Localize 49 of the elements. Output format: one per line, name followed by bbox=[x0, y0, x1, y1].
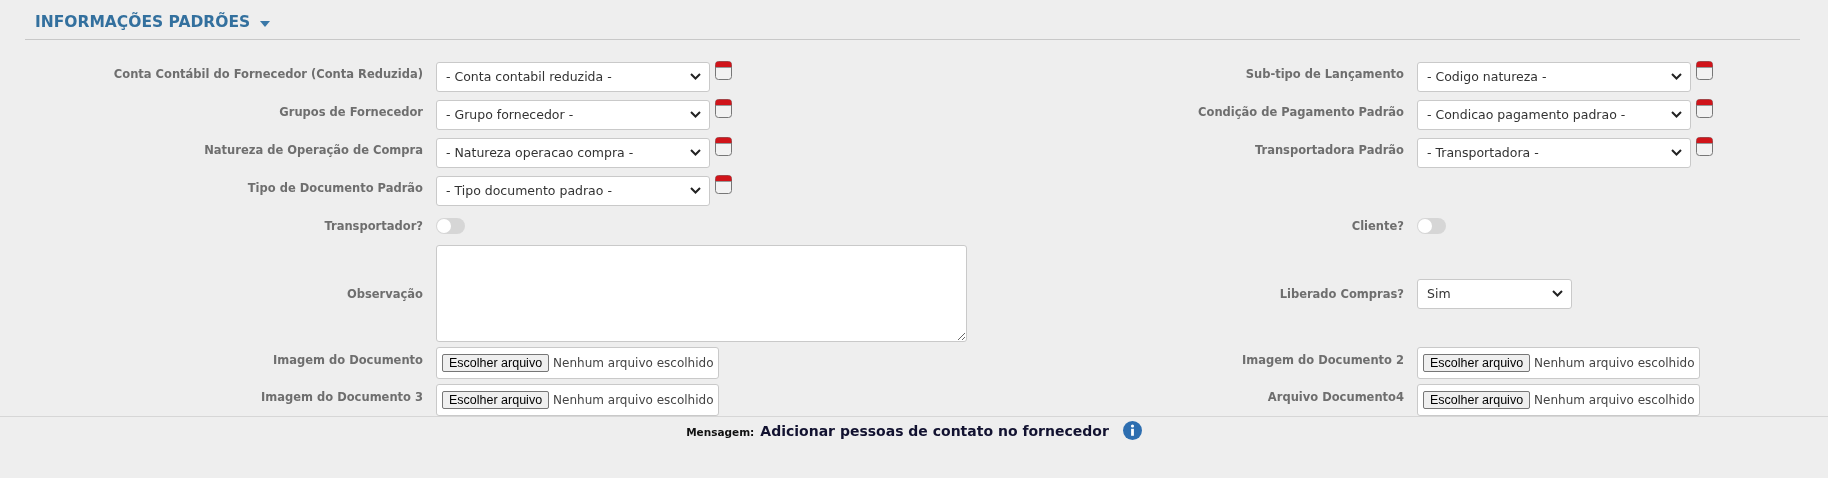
field-label: Tipo de Documento Padrão bbox=[247, 181, 423, 195]
calendar-icon[interactable] bbox=[1696, 137, 1713, 156]
chevron-down-icon bbox=[690, 111, 701, 118]
field-label: Imagem do Documento 3 bbox=[261, 390, 423, 404]
field-label: Conta Contábil do Fornecedor (Conta Reduzida) bbox=[113, 67, 423, 81]
chevron-down-icon bbox=[690, 149, 701, 156]
calendar-icon[interactable] bbox=[715, 137, 732, 156]
select-field[interactable]: - Natureza operacao compra - bbox=[436, 137, 710, 168]
field-label: Condição de Pagamento Padrão bbox=[1198, 105, 1404, 119]
select-field[interactable]: - Condicao pagamento padrao - bbox=[1417, 99, 1691, 130]
field-label: Imagem do Documento bbox=[273, 353, 423, 367]
chevron-down-icon bbox=[690, 73, 701, 80]
field-label: Transportador? bbox=[324, 219, 423, 233]
field-label: Observação bbox=[346, 286, 423, 301]
message-text: Adicionar pessoas de contato no fornecedor bbox=[760, 422, 1109, 439]
select-field[interactable]: - Conta contabil reduzida - bbox=[436, 61, 710, 92]
field-label: Sub-tipo de Lançamento bbox=[1245, 67, 1404, 81]
field-label: Grupos de Fornecedor bbox=[279, 105, 423, 119]
file-input[interactable]: Escolher arquivo Nenhum arquivo escolhido bbox=[436, 384, 719, 416]
chevron-down-icon bbox=[1671, 73, 1682, 80]
toggle-switch[interactable] bbox=[436, 218, 465, 234]
section-title[interactable]: INFORMAÇÕES PADRÕES bbox=[35, 13, 251, 31]
file-input[interactable]: Escolher arquivo Nenhum arquivo escolhido bbox=[436, 347, 719, 379]
info-icon[interactable] bbox=[1122, 421, 1142, 440]
field-label: Liberado Compras? bbox=[1279, 286, 1404, 301]
file-input[interactable]: Escolher arquivo Nenhum arquivo escolhido bbox=[1417, 347, 1700, 379]
select-field[interactable]: - Codigo natureza - bbox=[1417, 61, 1691, 92]
select-field[interactable]: Sim bbox=[1417, 278, 1572, 309]
chevron-down-icon bbox=[690, 187, 701, 194]
calendar-icon[interactable] bbox=[715, 175, 732, 194]
calendar-icon[interactable] bbox=[1696, 61, 1713, 80]
chevron-down-icon bbox=[1671, 111, 1682, 118]
calendar-icon[interactable] bbox=[1696, 99, 1713, 118]
toggle-switch[interactable] bbox=[1417, 218, 1446, 234]
chevron-down-icon bbox=[1552, 290, 1563, 297]
select-field[interactable]: - Grupo fornecedor - bbox=[436, 99, 710, 130]
field-label: Transportadora Padrão bbox=[1254, 143, 1404, 157]
field-label: Imagem do Documento 2 bbox=[1242, 353, 1404, 367]
file-input[interactable]: Escolher arquivo Nenhum arquivo escolhido bbox=[1417, 384, 1700, 416]
select-field[interactable]: - Tipo documento padrao - bbox=[436, 175, 710, 206]
message-label: Mensagem: bbox=[686, 426, 755, 438]
chevron-down-icon bbox=[1671, 149, 1682, 156]
calendar-icon[interactable] bbox=[715, 61, 732, 80]
select-field[interactable]: - Transportadora - bbox=[1417, 137, 1691, 168]
field-label: Natureza de Operação de Compra bbox=[204, 143, 423, 157]
calendar-icon[interactable] bbox=[715, 99, 732, 118]
field-label: Cliente? bbox=[1351, 219, 1404, 233]
caret-icon[interactable] bbox=[260, 21, 271, 27]
field-label: Arquivo Documento4 bbox=[1267, 390, 1404, 404]
